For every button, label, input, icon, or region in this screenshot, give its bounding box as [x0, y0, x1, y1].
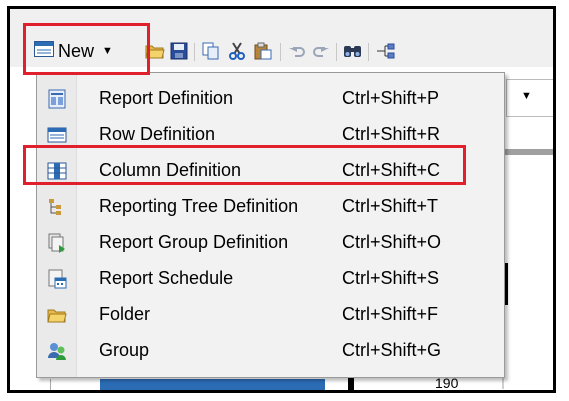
copy-icon[interactable]	[200, 40, 222, 62]
redo-icon[interactable]	[310, 40, 332, 62]
background-selected-row	[100, 379, 325, 390]
group-icon	[47, 341, 67, 361]
background-cell-border	[348, 377, 354, 390]
menu-item-shortcut: Ctrl+Shift+S	[342, 268, 440, 288]
save-icon[interactable]	[168, 40, 190, 62]
report-group-icon	[47, 233, 67, 253]
chevron-down-icon[interactable]: ▼	[521, 90, 532, 102]
reporting-tree-icon	[47, 197, 67, 217]
menu-item-shortcut: Ctrl+Shift+F	[342, 304, 439, 324]
report-definition-icon	[47, 89, 67, 109]
new-button-highlight	[23, 23, 150, 75]
menu-item-report-definition[interactable]: Report Definition Ctrl+Shift+P	[37, 81, 504, 117]
cut-icon[interactable]	[226, 40, 248, 62]
background-grid	[50, 379, 91, 390]
menu-item-shortcut: Ctrl+Shift+P	[342, 88, 440, 108]
background-dropdown[interactable]: ▼	[506, 79, 553, 117]
menu-item-label: Reporting Tree Definition	[99, 196, 299, 216]
row-definition-icon	[47, 125, 67, 145]
folder-icon	[47, 305, 67, 325]
find-icon[interactable]	[342, 40, 364, 62]
menu-item-label: Report Schedule	[99, 268, 234, 288]
menu-item-label: Report Definition	[99, 88, 234, 108]
menu-item-label: Group	[99, 340, 150, 360]
menu-item-report-schedule[interactable]: Report Schedule Ctrl+Shift+S	[37, 261, 504, 297]
menu-item-label: Row Definition	[99, 124, 216, 144]
column-definition-highlight	[23, 145, 466, 185]
menu-item-shortcut: Ctrl+Shift+G	[342, 340, 442, 360]
new-dropdown-menu: Report Definition Ctrl+Shift+P Row Defin…	[36, 72, 505, 378]
menu-item-label: Report Group Definition	[99, 232, 289, 252]
menu-item-reporting-tree-definition[interactable]: Reporting Tree Definition Ctrl+Shift+T	[37, 189, 504, 225]
menu-item-shortcut: Ctrl+Shift+R	[342, 124, 441, 144]
paste-icon[interactable]	[252, 40, 274, 62]
menu-item-group[interactable]: Group Ctrl+Shift+G	[37, 333, 504, 369]
undo-icon[interactable]	[286, 40, 308, 62]
menu-item-label: Folder	[99, 304, 151, 324]
tree-icon[interactable]	[374, 40, 396, 62]
report-schedule-icon	[47, 269, 67, 289]
menu-item-folder[interactable]: Folder Ctrl+Shift+F	[37, 297, 504, 333]
menu-item-report-group-definition[interactable]: Report Group Definition Ctrl+Shift+O	[37, 225, 504, 261]
panel-header-bar	[502, 149, 553, 155]
menu-item-shortcut: Ctrl+Shift+O	[342, 232, 442, 252]
menu-item-shortcut: Ctrl+Shift+T	[342, 196, 439, 216]
